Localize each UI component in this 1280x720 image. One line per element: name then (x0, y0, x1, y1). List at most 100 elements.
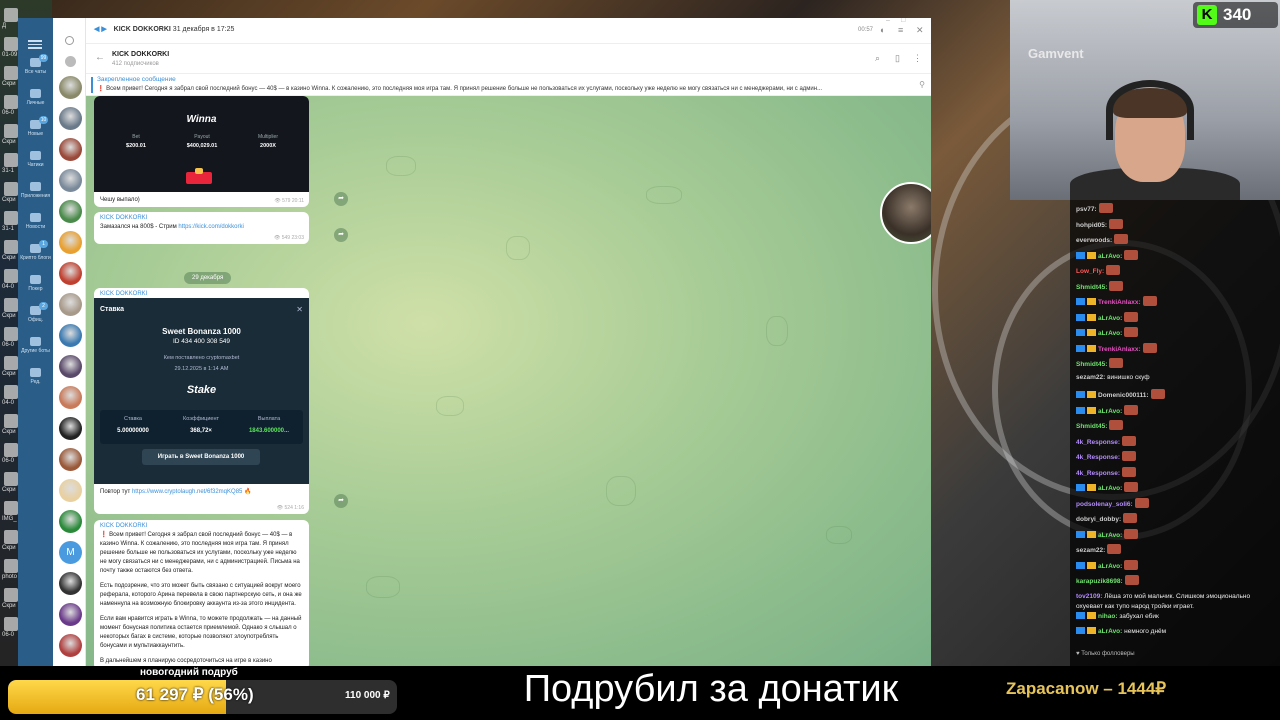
chat-username[interactable]: aLrAvo: (1098, 330, 1122, 337)
desktop-file-icon[interactable] (4, 269, 18, 283)
chat-avatar[interactable] (59, 324, 82, 347)
volume-icon[interactable]: ◖ (879, 25, 889, 35)
desktop-file-icon[interactable] (4, 501, 18, 515)
folder-0[interactable]: Все чаты 99 (18, 54, 53, 75)
desktop-file-icon[interactable] (4, 385, 18, 399)
chat-avatar[interactable] (59, 138, 82, 161)
share-icon[interactable]: ➦ (334, 228, 348, 242)
chat-avatar[interactable] (59, 448, 82, 471)
sidebar-toggle-icon[interactable]: ▯ (895, 53, 905, 63)
desktop-file-icon[interactable] (4, 530, 18, 544)
chat-username[interactable]: everwoods: (1076, 237, 1112, 244)
folder-1[interactable]: Личные (18, 89, 53, 106)
desktop-file-icon[interactable] (4, 240, 18, 254)
chat-username[interactable]: tov2109: (1076, 593, 1102, 600)
chat-avatar[interactable] (59, 107, 82, 130)
replay-link[interactable]: https://www.cryptolaugh.net/6f32mqKQ85 (132, 489, 242, 495)
chat-username[interactable]: Shmidt45: (1076, 361, 1107, 368)
chat-title[interactable]: KICK DOKKORKI (112, 51, 169, 58)
chat-username[interactable]: aLrAvo: (1098, 532, 1122, 539)
chat-username[interactable]: aLrAvo: (1098, 253, 1122, 260)
share-icon[interactable]: ➦ (334, 192, 348, 206)
chat-avatar[interactable] (59, 293, 82, 316)
chat-username[interactable]: aLrAvo: (1098, 408, 1122, 415)
desktop-file-icon[interactable] (4, 588, 18, 602)
folder-5[interactable]: Новости (18, 213, 53, 230)
desktop-file-icon[interactable] (4, 211, 18, 225)
desktop-file-icon[interactable] (4, 414, 18, 428)
chat-username[interactable]: Low_Fly: (1076, 268, 1104, 275)
desktop-file-icon[interactable] (4, 472, 18, 486)
share-icon[interactable]: ➦ (334, 494, 348, 508)
chat-username[interactable]: 4k_Response: (1076, 439, 1120, 446)
back-arrow-icon[interactable]: ← (95, 52, 105, 63)
chat-avatar[interactable] (59, 479, 82, 502)
search-icon[interactable]: ⌕ (875, 53, 885, 63)
stake-bet-card[interactable]: Ставка ✕ Sweet Bonanza 1000 ID 434 400 3… (94, 298, 309, 484)
message-author[interactable]: KICK DOKKORKI (94, 288, 309, 298)
chat-username[interactable]: Shmidt45: (1076, 423, 1107, 430)
desktop-file-icon[interactable] (4, 124, 18, 138)
desktop-file-icon[interactable] (4, 8, 18, 22)
chat-username[interactable]: podsolenay_soli6: (1076, 501, 1133, 508)
chat-username[interactable]: karapuzik8698: (1076, 578, 1123, 585)
folder-3[interactable]: Чатики (18, 151, 53, 168)
chat-avatar[interactable]: M (59, 541, 82, 564)
chat-avatar[interactable] (59, 417, 82, 440)
archive-icon[interactable] (65, 56, 76, 67)
chat-avatar[interactable] (59, 169, 82, 192)
chat-avatar[interactable] (59, 572, 82, 595)
chat-username[interactable]: nihao: (1098, 613, 1118, 620)
desktop-file-icon[interactable] (4, 298, 18, 312)
chat-username[interactable]: 4k_Response: (1076, 454, 1120, 461)
playlist-icon[interactable]: ≡ (898, 25, 908, 35)
play-icon[interactable]: ◀ ▶ (94, 26, 107, 33)
search-icon[interactable] (65, 36, 74, 45)
chat-username[interactable]: aLrAvo: (1098, 563, 1122, 570)
folder-9[interactable]: Другие боты (18, 337, 53, 354)
desktop-file-icon[interactable] (4, 153, 18, 167)
folder-7[interactable]: Покер (18, 275, 53, 292)
chat-username[interactable]: TrenkiAnlaxx: (1098, 346, 1141, 353)
desktop-file-icon[interactable] (4, 37, 18, 51)
chat-username[interactable]: aLrAvo: (1098, 485, 1122, 492)
folder-2[interactable]: Новые 10 (18, 116, 53, 137)
pin-icon[interactable]: ⚲ (919, 80, 925, 89)
chat-username[interactable]: TrenkiAnlaxx: (1098, 299, 1141, 306)
folder-8[interactable]: Офиц. 2 (18, 302, 53, 323)
chat-username[interactable]: hohpid05: (1076, 222, 1107, 229)
desktop-file-icon[interactable] (4, 617, 18, 631)
desktop-file-icon[interactable] (4, 327, 18, 341)
chat-username[interactable]: sezam22: (1076, 547, 1105, 554)
chat-username[interactable]: Domenic000111: (1098, 392, 1149, 399)
chat-avatar[interactable] (59, 510, 82, 533)
chat-avatar[interactable] (59, 355, 82, 378)
message-author[interactable]: KICK DOKKORKI (94, 212, 309, 222)
chat-username[interactable]: Shmidt45: (1076, 284, 1107, 291)
chat-avatar[interactable] (59, 634, 82, 657)
stream-link[interactable]: https://kick.com/dokkorki (178, 224, 243, 230)
folder-10[interactable]: Ред. (18, 368, 53, 385)
chat-username[interactable]: sezam22: (1076, 374, 1105, 381)
channel-avatar[interactable] (880, 182, 931, 244)
winna-bet-image[interactable]: Winna Bet $200.01 Payout $400,029.01 Multi… (94, 96, 309, 192)
folder-6[interactable]: Крипто блоги 1 (18, 240, 53, 261)
chat-avatar[interactable] (59, 200, 82, 223)
chat-avatar[interactable] (59, 231, 82, 254)
chat-avatar[interactable] (59, 603, 82, 626)
menu-icon[interactable] (28, 38, 42, 51)
chat-avatar[interactable] (59, 76, 82, 99)
desktop-file-icon[interactable] (4, 559, 18, 573)
desktop-file-icon[interactable] (4, 182, 18, 196)
minimize-icon[interactable]: – (886, 18, 890, 24)
desktop-file-icon[interactable] (4, 66, 18, 80)
chat-username[interactable]: aLrAvo: (1098, 315, 1122, 322)
pinned-message[interactable]: Закрепленное сообщение ❗ Всем привет! Се… (86, 74, 931, 96)
desktop-file-icon[interactable] (4, 356, 18, 370)
more-icon[interactable]: ⋮ (913, 53, 923, 63)
close-player-icon[interactable]: ✕ (916, 25, 926, 35)
folder-4[interactable]: Приложения (18, 182, 53, 199)
maximize-icon[interactable]: □ (901, 18, 905, 24)
chat-avatar[interactable] (59, 262, 82, 285)
desktop-file-icon[interactable] (4, 443, 18, 457)
